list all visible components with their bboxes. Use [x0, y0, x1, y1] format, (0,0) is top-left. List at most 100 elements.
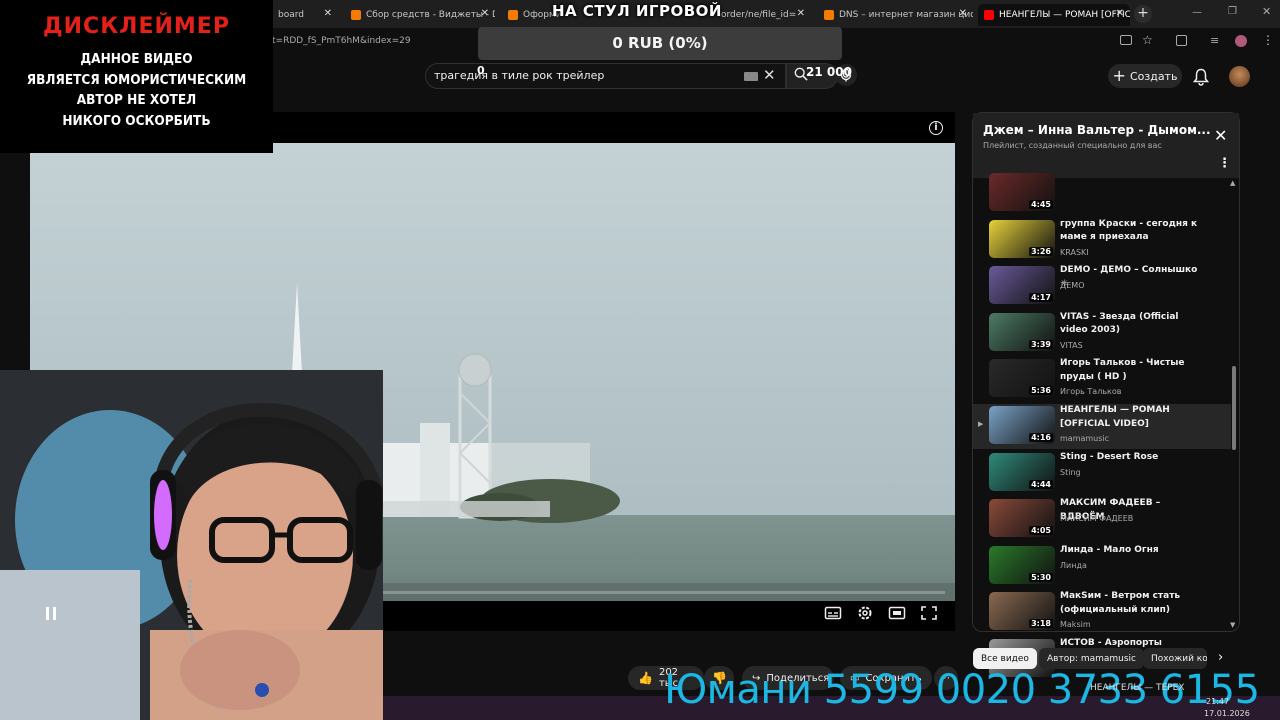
playlist-item-title[interactable]: НЕАНГЕЛЫ — РОМАН [OFFICIAL VIDEO] — [1060, 404, 1200, 431]
notifications-bell-icon[interactable] — [1193, 68, 1209, 86]
keyboard-icon[interactable] — [744, 72, 758, 81]
close-icon[interactable]: ✕ — [797, 8, 805, 19]
taskbar-app-label[interactable]: НЕАНГЕЛЫ — ТЕРЕХ — [1090, 683, 1184, 693]
playlist-item[interactable]: 5:30 Линда - Мало Огня Линда — [973, 544, 1231, 589]
playlist-item[interactable]: 4:05 МАКСИМ ФАДЕЕВ – ВДВОЁМ МАКСИМ ФАДЕЕВ — [973, 497, 1231, 542]
now-playing-icon: ▶ — [978, 420, 984, 428]
playlist-item[interactable]: 3:39 VITAS - Звезда (Official video 2003)… — [973, 311, 1231, 356]
subtitles-icon[interactable] — [824, 605, 842, 621]
bookmark-star-icon[interactable]: ☆ — [1142, 33, 1153, 47]
tab-label: НЕАНГЕЛЫ — РОМАН [OFFIC — [999, 10, 1130, 20]
playlist-item-channel: ДЕМО — [1060, 281, 1085, 291]
browser-tab[interactable]: board ✕ — [272, 4, 338, 26]
playlist-item[interactable]: 3:26 группа Краски - сегодня к маме я при… — [973, 218, 1231, 263]
donationalerts-icon — [351, 10, 361, 20]
theater-mode-icon[interactable] — [888, 605, 906, 621]
close-icon[interactable]: ✕ — [324, 8, 332, 19]
playlist-item-channel: Игорь Тальков — [1060, 387, 1122, 397]
duration-badge: 4:05 — [1029, 526, 1053, 536]
playlist-thumbnail[interactable]: 3:26 — [989, 219, 1055, 258]
dns-icon — [508, 10, 518, 20]
close-icon[interactable]: ✕ — [1116, 8, 1124, 19]
browser-tab[interactable]: DNS – интернет магазин циф ✕ — [818, 4, 973, 26]
playlist-item[interactable]: 5:36 Игорь Тальков - Чистые пруды ( HD ) И… — [973, 357, 1231, 402]
playlist-thumbnail[interactable]: 5:36 — [989, 359, 1055, 398]
browser-menu-icon[interactable]: ⋮ — [1262, 33, 1274, 47]
donation-goal-title: НА СТУЛ ИГРОВОЙ — [552, 2, 722, 20]
duration-badge: 5:30 — [1029, 572, 1053, 582]
close-icon[interactable]: ✕ — [959, 8, 967, 19]
browser-tab[interactable]: Сбор средств - Виджеты - Do ✕ — [345, 4, 495, 26]
disclaimer-title: ДИСКЛЕЙМЕР — [43, 14, 230, 39]
tab-label: Сбор средств - Виджеты - Do — [366, 10, 495, 20]
minimize-icon[interactable]: — — [1192, 7, 1202, 18]
playlist-title[interactable]: Джем – Инна Вальтер - Дымом... — [983, 123, 1211, 137]
user-avatar[interactable] — [1229, 66, 1250, 87]
overlay-goal-amount: 21 000 — [806, 65, 852, 79]
tab-label: order/ne/file_id= — [721, 10, 797, 20]
playlist-thumbnail[interactable]: 4:45 — [989, 173, 1055, 211]
dns-icon — [824, 10, 834, 20]
playlist-item-title[interactable]: Линда - Мало Огня — [1060, 544, 1200, 558]
search-input[interactable]: трагедия в тиле рок трейлер — [434, 69, 604, 82]
plus-icon: + — [1112, 66, 1126, 85]
browser-tab-active[interactable]: НЕАНГЕЛЫ — РОМАН [OFFIC ✕ — [978, 4, 1130, 26]
playlist-item[interactable]: 4:44 Sting - Desert Rose Sting — [973, 451, 1231, 496]
chip-similar[interactable]: Похожий ко — [1143, 648, 1207, 669]
playlist-item-channel: KRASKI — [1060, 247, 1089, 257]
disclaimer-line: ДАННОЕ ВИДЕО — [80, 51, 193, 67]
duration-badge: 3:26 — [1029, 246, 1053, 256]
create-button[interactable]: + Создать — [1108, 64, 1182, 88]
playlist-item-title[interactable]: группа Краски - сегодня к маме я приехал… — [1060, 218, 1200, 245]
playlist-thumbnail[interactable]: 3:18 — [989, 592, 1055, 631]
disclaimer-line: НИКОГО ОСКОРБИТЬ — [62, 112, 211, 129]
cast-icon[interactable] — [1120, 35, 1132, 45]
duration-badge: 4:17 — [1029, 293, 1053, 303]
playlist-item[interactable]: 4:17 DEMO - ДЕМО – Солнышко ☼ ДЕМО — [973, 264, 1231, 309]
playlist-thumbnail[interactable]: 4:44 — [989, 452, 1055, 491]
close-window-icon[interactable]: ✕ — [1262, 5, 1271, 18]
taskbar-clock-date: 17.01.2026 — [1204, 709, 1250, 718]
youtube-icon — [984, 10, 994, 20]
pause-icon[interactable] — [46, 607, 56, 620]
streamer-webcam-image — [0, 370, 383, 720]
taskbar-clock-time: 21:47 — [1206, 697, 1230, 706]
fullscreen-icon[interactable] — [920, 605, 938, 621]
close-icon[interactable]: ✕ — [1214, 126, 1227, 145]
playlist-item[interactable]: 4:45 — [973, 171, 1231, 216]
playlist-item-title[interactable]: Sting - Desert Rose — [1060, 451, 1200, 465]
create-label: Создать — [1129, 69, 1178, 83]
duration-badge: 4:45 — [1029, 200, 1053, 209]
media-control-icon[interactable]: ≡ — [1210, 34, 1219, 47]
playlist-item-title[interactable]: VITAS - Звезда (Official video 2003) — [1060, 311, 1200, 338]
disclaimer-overlay: ДИСКЛЕЙМЕР ДАННОЕ ВИДЕО ЯВЛЯЕТСЯ ЮМОРИСТ… — [0, 0, 273, 153]
info-icon[interactable]: i — [929, 121, 943, 135]
playlist-thumbnail[interactable]: 4:17 — [989, 266, 1055, 305]
more-vertical-icon[interactable]: ⋮ — [1218, 156, 1231, 171]
playlist-thumbnail[interactable]: 3:39 — [989, 312, 1055, 351]
playlist-scrollbar-thumb[interactable] — [1232, 366, 1236, 450]
profile-icon[interactable] — [1235, 35, 1247, 47]
clear-search-icon[interactable]: ✕ — [763, 66, 776, 84]
extensions-icon[interactable] — [1176, 35, 1187, 46]
overlay-counter-zero: 0 — [477, 64, 485, 77]
playlist-thumbnail[interactable]: 5:30 — [989, 545, 1055, 584]
playlist-item-title[interactable]: МакSим - Ветром стать (официальный клип) — [1060, 590, 1200, 617]
playlist-item-title[interactable]: Игорь Тальков - Чистые пруды ( HD ) — [1060, 357, 1200, 384]
chip-author[interactable]: Автор: mamamusic — [1039, 648, 1144, 669]
thumbs-up-icon: 👍 — [638, 671, 653, 685]
maximize-icon[interactable]: ❐ — [1228, 6, 1237, 17]
chevron-right-icon[interactable]: › — [1218, 650, 1223, 665]
duration-badge: 4:16 — [1029, 433, 1053, 442]
playlist-item-current[interactable]: ▶ 4:16 НЕАНГЕЛЫ — РОМАН [OFFICIAL VIDEO] ma… — [973, 404, 1231, 449]
browser-tab[interactable]: order/ne/file_id= ✕ — [715, 4, 811, 26]
chip-all-videos[interactable]: Все видео — [973, 648, 1037, 669]
close-icon[interactable]: ✕ — [481, 8, 489, 19]
playlist-thumbnail[interactable]: 4:05 — [989, 499, 1055, 538]
playlist-thumbnail[interactable]: 4:16 — [989, 406, 1055, 444]
new-tab-button[interactable]: + — [1134, 5, 1152, 23]
url-text[interactable]: t=RDD_fS_PmT6hM&index=29 — [272, 36, 411, 46]
settings-gear-icon[interactable] — [856, 605, 874, 621]
disclaimer-line: АВТОР НЕ ХОТЕЛ — [76, 92, 197, 108]
playlist-item[interactable]: 3:18 МакSим - Ветром стать (официальный к… — [973, 590, 1231, 635]
